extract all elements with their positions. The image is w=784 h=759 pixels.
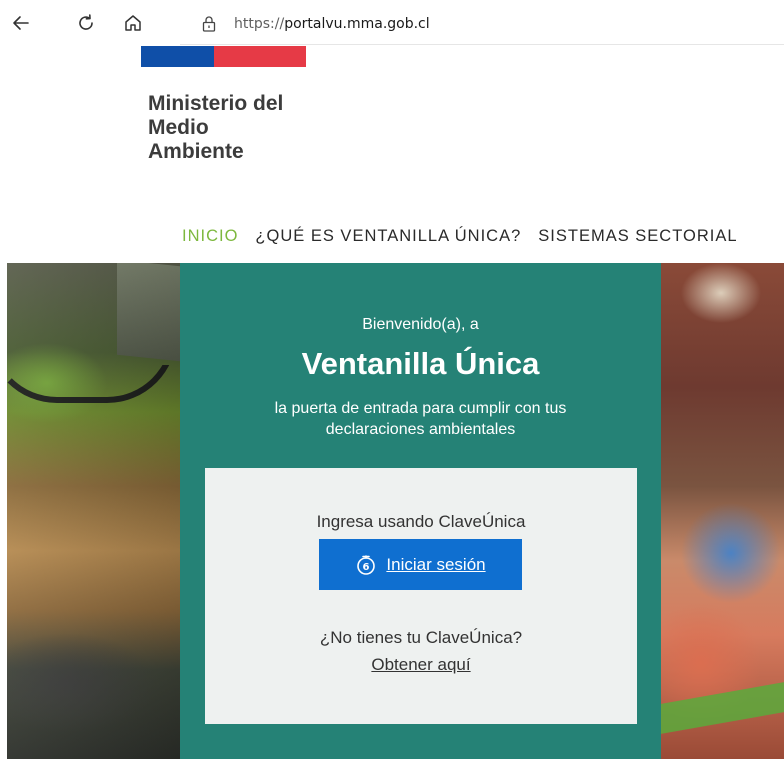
arrow-left-icon bbox=[13, 16, 29, 30]
home-button[interactable] bbox=[118, 8, 148, 38]
ministry-name-line-1: Ministerio del bbox=[148, 92, 284, 115]
ministry-name-line-2: Medio bbox=[148, 116, 209, 139]
obtener-aqui-link[interactable]: Obtener aquí bbox=[205, 655, 637, 675]
home-icon bbox=[125, 15, 141, 31]
iniciar-sesion-label: Iniciar sesión bbox=[386, 554, 486, 574]
refresh-button[interactable] bbox=[71, 8, 101, 38]
url-host: portalvu.mma.gob.cl bbox=[284, 16, 430, 32]
welcome-subtitle-line-2: declaraciones ambientales bbox=[325, 421, 516, 438]
welcome-panel: Bienvenido(a), a Ventanilla Única la pue… bbox=[180, 263, 661, 759]
logo-stripe-red bbox=[214, 46, 306, 67]
refresh-icon bbox=[79, 14, 93, 30]
nav-item-que-es-ventanilla-unica[interactable]: ¿QUÉ ES VENTANILLA ÚNICA? bbox=[255, 227, 521, 246]
claveunica-icon: 6 bbox=[355, 554, 377, 576]
svg-text:6: 6 bbox=[363, 562, 370, 573]
logo-stripe-blue bbox=[141, 46, 214, 67]
url-scheme: https:// bbox=[234, 16, 285, 32]
welcome-subtitle: la puerta de entrada para cumplir con tu… bbox=[180, 398, 661, 440]
login-card: Ingresa usando ClaveÚnica 6 Iniciar sesi… bbox=[205, 468, 637, 724]
welcome-subtitle-line-1: la puerta de entrada para cumplir con tu… bbox=[274, 400, 567, 417]
login-prompt: Ingresa usando ClaveÚnica bbox=[316, 512, 526, 531]
iniciar-sesion-button[interactable]: 6 Iniciar sesión bbox=[319, 539, 522, 590]
url-text[interactable]: https://portalvu.mma.gob.cl bbox=[234, 16, 430, 32]
hero-background-left-overlay bbox=[7, 263, 180, 759]
ministry-logo[interactable]: Ministerio del Medio Ambiente bbox=[148, 92, 348, 164]
welcome-title: Ventanilla Única bbox=[301, 346, 540, 381]
main-nav: INICIO ¿QUÉ ES VENTANILLA ÚNICA? SISTEMA… bbox=[182, 225, 755, 247]
hero-section: Bienvenido(a), a Ventanilla Única la pue… bbox=[7, 263, 784, 759]
browser-toolbar: https://portalvu.mma.gob.cl bbox=[0, 0, 784, 46]
welcome-greeting: Bienvenido(a), a bbox=[362, 316, 479, 333]
toolbar-divider bbox=[180, 44, 784, 45]
address-bar[interactable]: https://portalvu.mma.gob.cl bbox=[178, 8, 784, 40]
lock-icon[interactable] bbox=[200, 15, 218, 33]
ministry-name-line-3: Ambiente bbox=[148, 140, 244, 163]
no-claveunica-text: ¿No tienes tu ClaveÚnica? bbox=[319, 628, 523, 647]
nav-item-inicio[interactable]: INICIO bbox=[182, 227, 238, 246]
back-button[interactable] bbox=[6, 8, 36, 38]
nav-item-sistemas-sectoriales[interactable]: SISTEMAS SECTORIAL bbox=[538, 227, 737, 246]
